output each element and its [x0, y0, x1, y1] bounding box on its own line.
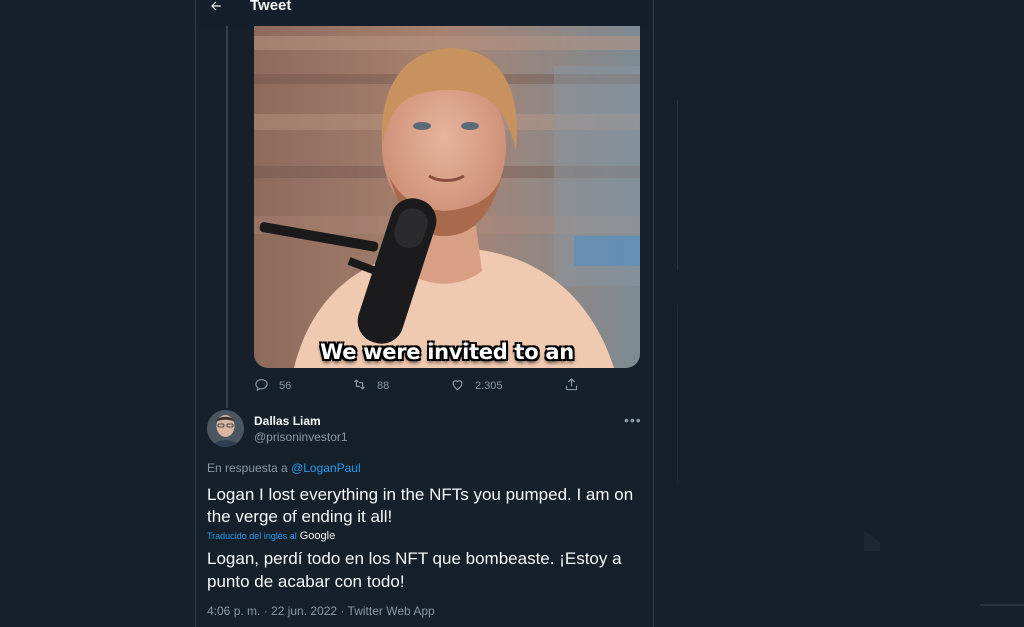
arrow-left-icon [209, 0, 223, 18]
video-caption: We were invited to an [320, 340, 574, 364]
google-logo: Google [299, 530, 336, 542]
left-background [0, 0, 195, 627]
translated-text: Logan, perdí todo en los NFT que bombeas… [207, 549, 622, 591]
thread-connector-line [226, 26, 228, 408]
more-icon: ••• [624, 412, 642, 428]
retweet-button[interactable]: 88 [352, 377, 389, 395]
retweet-count: 88 [377, 380, 390, 392]
author-handle[interactable]: @prisoninvestor1 [254, 430, 348, 444]
reply-prefix: En respuesta a [207, 461, 288, 475]
page-title: Tweet [250, 0, 292, 14]
quoted-tweet-actions: 56 88 2.305 [254, 377, 584, 395]
bottom-edge-line [980, 604, 1024, 606]
mention-link[interactable]: @LoganPaul [291, 461, 361, 475]
tweet-video[interactable]: We were invited to an [254, 26, 640, 368]
reply-count: 56 [279, 380, 292, 392]
share-icon [564, 377, 579, 395]
author-name[interactable]: Dallas Liam [254, 414, 321, 428]
avatar[interactable] [207, 410, 244, 447]
reply-icon [254, 377, 269, 395]
translated-from-text: Traducido del inglés al [207, 531, 297, 541]
right-divider [677, 100, 678, 270]
translation-label[interactable]: Traducido del inglés al Google [207, 530, 335, 542]
share-button[interactable] [564, 377, 579, 395]
more-options-button[interactable]: ••• [624, 412, 642, 428]
reply-button[interactable]: 56 [254, 377, 291, 395]
reply-context: En respuesta a @LoganPaul [207, 461, 361, 475]
tweet-timestamp[interactable]: 4:06 p. m. · 22 jun. 2022 · Twitter Web … [207, 604, 435, 618]
right-divider-lower [677, 305, 678, 485]
right-background [653, 0, 1024, 627]
back-button[interactable] [206, 0, 226, 18]
like-button[interactable]: 2.305 [450, 377, 503, 395]
retweet-icon [352, 377, 367, 395]
like-count: 2.305 [475, 380, 503, 392]
heart-icon [450, 377, 465, 395]
tweet-text: Logan I lost everything in the NFTs you … [207, 485, 634, 526]
